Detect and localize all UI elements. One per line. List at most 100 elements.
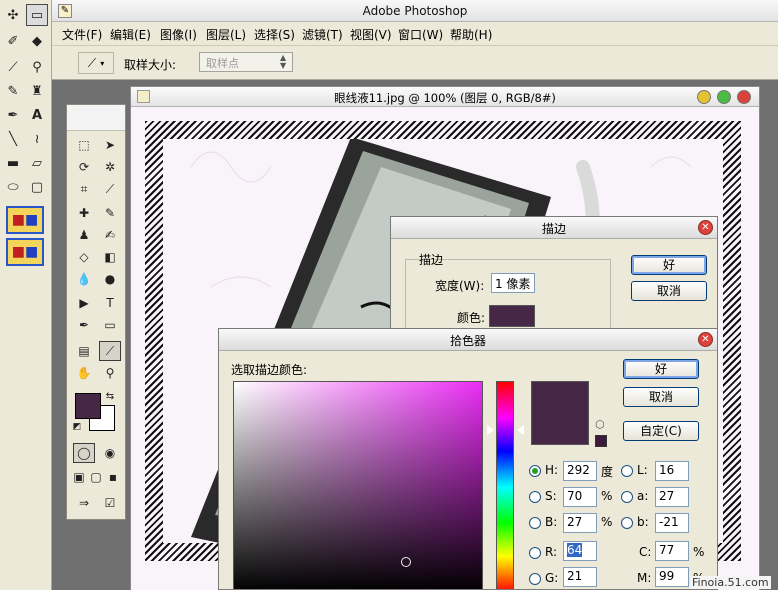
close-icon[interactable]: ✕ — [698, 332, 713, 347]
stamp-icon[interactable]: ♜ — [26, 80, 48, 102]
brush-icon[interactable]: ✎ — [99, 203, 121, 223]
blur-icon[interactable]: 💧 — [73, 269, 95, 289]
type-icon[interactable]: A — [26, 104, 48, 126]
rounded-rect-icon[interactable]: ▢ — [26, 176, 48, 198]
pen-tool-icon[interactable]: ✒ — [73, 315, 95, 335]
pen-icon[interactable]: ✒ — [2, 104, 24, 126]
rect-marquee-icon[interactable]: ▭ — [26, 4, 48, 26]
radio-r[interactable] — [529, 547, 541, 559]
c-field[interactable]: 77 — [655, 541, 689, 561]
gradient-icon[interactable]: ◧ — [99, 247, 121, 267]
stroke-color-swatch[interactable] — [489, 305, 535, 327]
default-colors-icon[interactable]: ◩ — [71, 421, 83, 433]
shape-tool-icon[interactable]: ▭ — [99, 315, 121, 335]
color-palette-icon-2[interactable]: ■ ■ — [6, 238, 44, 266]
radio-g[interactable] — [529, 573, 541, 585]
picker-ok-button[interactable]: 好 — [623, 359, 699, 379]
menu-file[interactable]: 文件(F) — [62, 26, 102, 43]
sample-size-select[interactable]: 取样点 ▲ ▼ — [199, 52, 293, 72]
menu-window[interactable]: 窗口(W) — [398, 26, 443, 43]
screen-mode-standard-icon[interactable]: ▣ — [71, 467, 87, 487]
radio-h[interactable] — [529, 465, 541, 477]
swap-colors-icon[interactable]: ⇆ — [103, 389, 117, 403]
lasso-tool-icon[interactable]: ⟳ — [73, 157, 95, 177]
minimize-icon[interactable] — [697, 90, 711, 104]
eyedropper-icon[interactable]: ⟋ — [2, 56, 24, 78]
r-field[interactable]: 64 — [563, 541, 597, 561]
radio-l[interactable] — [621, 465, 633, 477]
jump-to-imageready-icon[interactable]: ⇒ — [73, 493, 95, 513]
close-icon[interactable]: ✕ — [698, 220, 713, 235]
picker-custom-button[interactable]: 自定(C) — [623, 421, 699, 441]
dodge-icon[interactable]: ● — [99, 269, 121, 289]
saturation-brightness-field[interactable] — [233, 381, 483, 589]
path-select-icon[interactable]: ▶ — [73, 293, 95, 313]
stroke-ok-button[interactable]: 好 — [631, 255, 707, 275]
type-tool-icon[interactable]: T — [99, 293, 121, 313]
s-field[interactable]: 70 — [563, 487, 597, 507]
foreground-color-swatch[interactable] — [75, 393, 101, 419]
color-palette-icon[interactable]: ■ ■ — [6, 206, 44, 234]
web-safe-cube-icon[interactable]: ⬡ — [595, 419, 607, 431]
g-field[interactable]: 21 — [563, 567, 597, 587]
healing-brush-icon[interactable]: ✚ — [73, 203, 95, 223]
magic-wand-icon[interactable]: ✲ — [99, 157, 121, 177]
menu-help[interactable]: 帮助(H) — [450, 26, 492, 43]
menu-image[interactable]: 图像(I) — [160, 26, 197, 43]
rect-shape-icon[interactable]: ▬ — [2, 152, 24, 174]
color-label: 颜色: — [457, 311, 486, 325]
radio-lab-b[interactable] — [621, 517, 633, 529]
quickmask-mode-icon[interactable]: ◉ — [99, 443, 121, 463]
menu-layer[interactable]: 图层(L) — [206, 26, 246, 43]
a-field[interactable]: 27 — [655, 487, 689, 507]
slice-icon[interactable]: ⟋ — [99, 179, 121, 199]
m-field[interactable]: 99 — [655, 567, 689, 587]
lab-b-field[interactable]: -21 — [655, 513, 689, 533]
paint-bucket-icon[interactable]: ◆ — [26, 30, 48, 52]
checkmark-icon[interactable]: ☑ — [99, 493, 121, 513]
line-icon[interactable]: ╲ — [2, 128, 24, 150]
history-brush-icon[interactable]: ✍ — [99, 225, 121, 245]
radio-b[interactable] — [529, 517, 541, 529]
tool-preset-picker[interactable]: ⟋ ▾ — [78, 52, 114, 74]
lasso-icon[interactable]: ✣ — [2, 4, 24, 26]
menu-select[interactable]: 选择(S) — [254, 26, 295, 43]
curve-icon[interactable]: ≀ — [26, 128, 48, 150]
crop-icon[interactable]: ⌗ — [73, 179, 95, 199]
left-tool-column: ✣ ▭ ✐ ◆ ⟋ ⚲ ✎ ♜ ✒ A ╲ ≀ ▬ ▱ ⬭ ▢ ■ ■ ■ ■ — [0, 0, 52, 590]
web-safe-color-swatch[interactable] — [595, 435, 607, 447]
menu-filter[interactable]: 滤镜(T) — [302, 26, 343, 43]
hue-slider-right-arrow-icon[interactable] — [517, 425, 524, 435]
radio-s[interactable] — [529, 491, 541, 503]
screen-mode-full-menu-icon[interactable]: ▢ — [88, 467, 104, 487]
pencil-icon[interactable]: ✎ — [2, 80, 24, 102]
hue-slider[interactable] — [496, 381, 514, 589]
standard-mode-icon[interactable]: ◯ — [73, 443, 95, 463]
screen-mode-full-icon[interactable]: ▪ — [105, 467, 121, 487]
h-field[interactable]: 292 — [563, 461, 597, 481]
l-field[interactable]: 16 — [655, 461, 689, 481]
hand-icon[interactable]: ✋ — [73, 363, 95, 383]
notes-icon[interactable]: ▤ — [73, 341, 95, 361]
maximize-icon[interactable] — [717, 90, 731, 104]
clone-stamp-icon[interactable]: ♟ — [73, 225, 95, 245]
radio-a[interactable] — [621, 491, 633, 503]
eraser-tool-icon[interactable]: ◇ — [73, 247, 95, 267]
move-icon[interactable]: ➤ — [99, 135, 121, 155]
marquee-icon[interactable]: ⬚ — [73, 135, 95, 155]
parallelogram-icon[interactable]: ▱ — [26, 152, 48, 174]
menu-edit[interactable]: 编辑(E) — [110, 26, 151, 43]
zoom-icon[interactable]: ⚲ — [26, 56, 48, 78]
menu-view[interactable]: 视图(V) — [350, 26, 392, 43]
picker-cancel-button[interactable]: 取消 — [623, 387, 699, 407]
close-icon[interactable] — [737, 90, 751, 104]
zoom-tool-icon[interactable]: ⚲ — [99, 363, 121, 383]
width-field[interactable]: 1 像素 — [491, 273, 535, 293]
eyedropper-tool-icon[interactable]: ⟋ — [99, 341, 121, 361]
b-field[interactable]: 27 — [563, 513, 597, 533]
hue-slider-left-arrow-icon[interactable] — [487, 425, 494, 435]
eraser-icon[interactable]: ✐ — [2, 30, 24, 52]
ellipse-icon[interactable]: ⬭ — [2, 176, 24, 198]
color-selection-ring[interactable] — [401, 557, 411, 567]
stroke-cancel-button[interactable]: 取消 — [631, 281, 707, 301]
